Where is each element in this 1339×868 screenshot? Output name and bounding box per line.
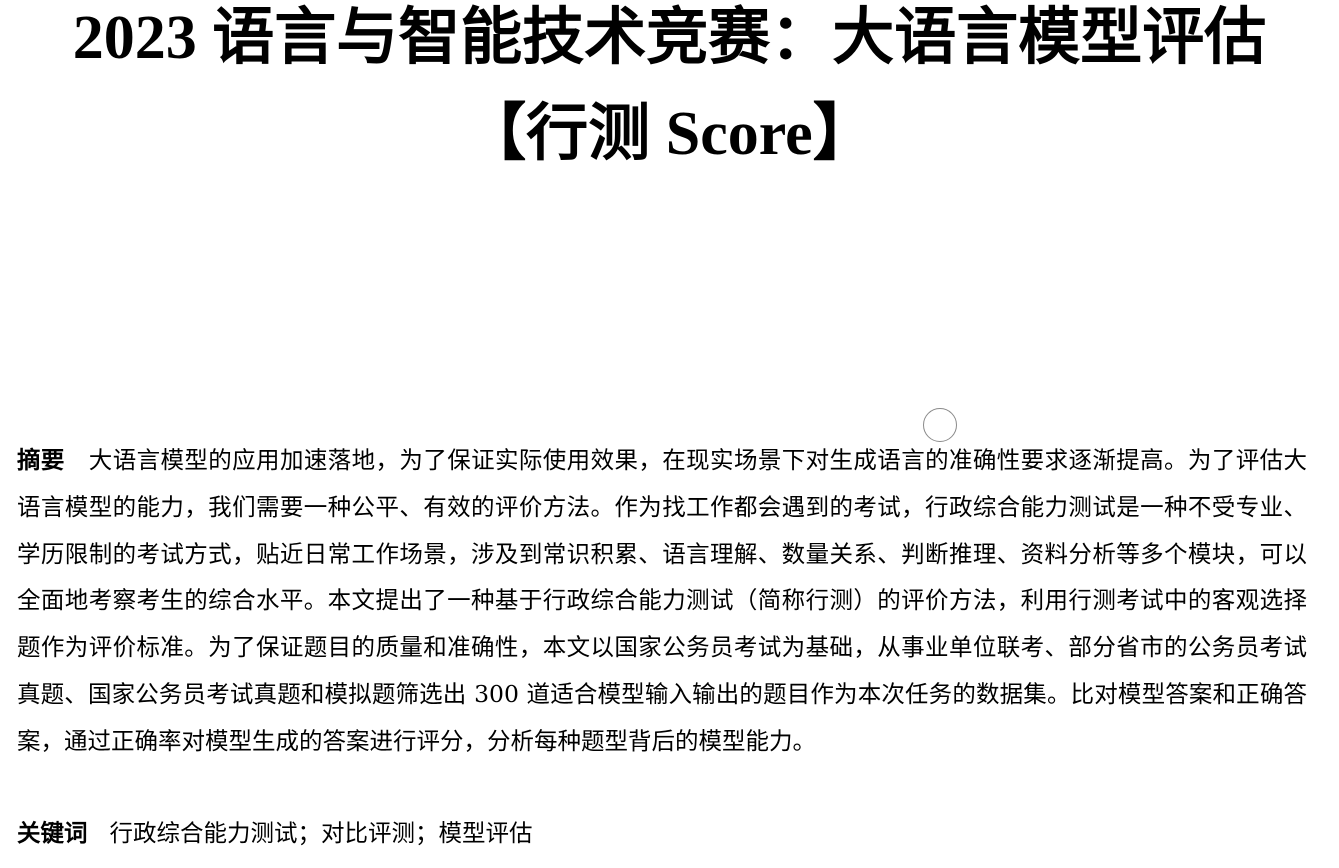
paper-title-line-2: 【行测 Score】 — [464, 100, 875, 168]
abstract-label: 摘要 — [17, 446, 65, 474]
keywords-label: 关键词 — [17, 819, 88, 847]
keywords-text: 行政综合能力测试；对比评测；模型评估 — [109, 819, 533, 847]
abstract-paragraph: 摘要 大语言模型的应用加速落地，为了保证实际使用效果，在现实场景下对生成语言的准确… — [17, 437, 1307, 765]
paper-title-line-1: 2023 语言与智能技术竞赛：大语言模型评估 — [72, 4, 1267, 72]
abstract-text: 大语言模型的应用加速落地，为了保证实际使用效果，在现实场景下对生成语言的准确性要… — [17, 446, 1308, 755]
keywords-line: 关键词 行政综合能力测试；对比评测；模型评估 — [17, 810, 1307, 857]
